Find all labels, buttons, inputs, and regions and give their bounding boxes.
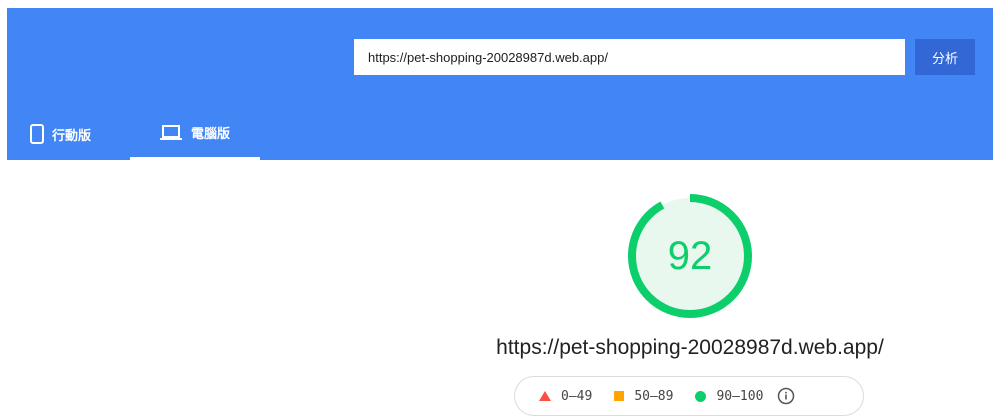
score-gauge: 92 (627, 193, 753, 319)
tab-desktop[interactable]: 電腦版 (130, 108, 260, 160)
square-icon (614, 391, 625, 401)
legend-fail: 0–49 (539, 389, 592, 404)
tested-url: https://pet-shopping-20028987d.web.app/ (496, 336, 884, 359)
analyze-button[interactable]: 分析 (915, 39, 975, 75)
legend-fail-range: 0–49 (561, 388, 593, 404)
phone-icon (30, 124, 44, 144)
tab-desktop-label: 電腦版 (190, 126, 230, 141)
circle-icon (695, 390, 707, 402)
url-input[interactable] (354, 39, 905, 75)
legend-pass: 90–100 (695, 389, 763, 404)
performance-score: 92 (667, 233, 713, 278)
legend-average: 50–89 (614, 389, 673, 404)
triangle-icon (539, 391, 551, 401)
laptop-icon (159, 124, 182, 141)
legend-average-range: 50–89 (634, 388, 674, 404)
tab-mobile-label: 行動版 (52, 127, 92, 143)
score-legend: 0–49 50–89 90–100 (514, 376, 864, 416)
info-icon[interactable] (777, 387, 795, 405)
tab-mobile[interactable]: 行動版 (22, 108, 118, 160)
legend-pass-range: 90–100 (716, 388, 764, 404)
